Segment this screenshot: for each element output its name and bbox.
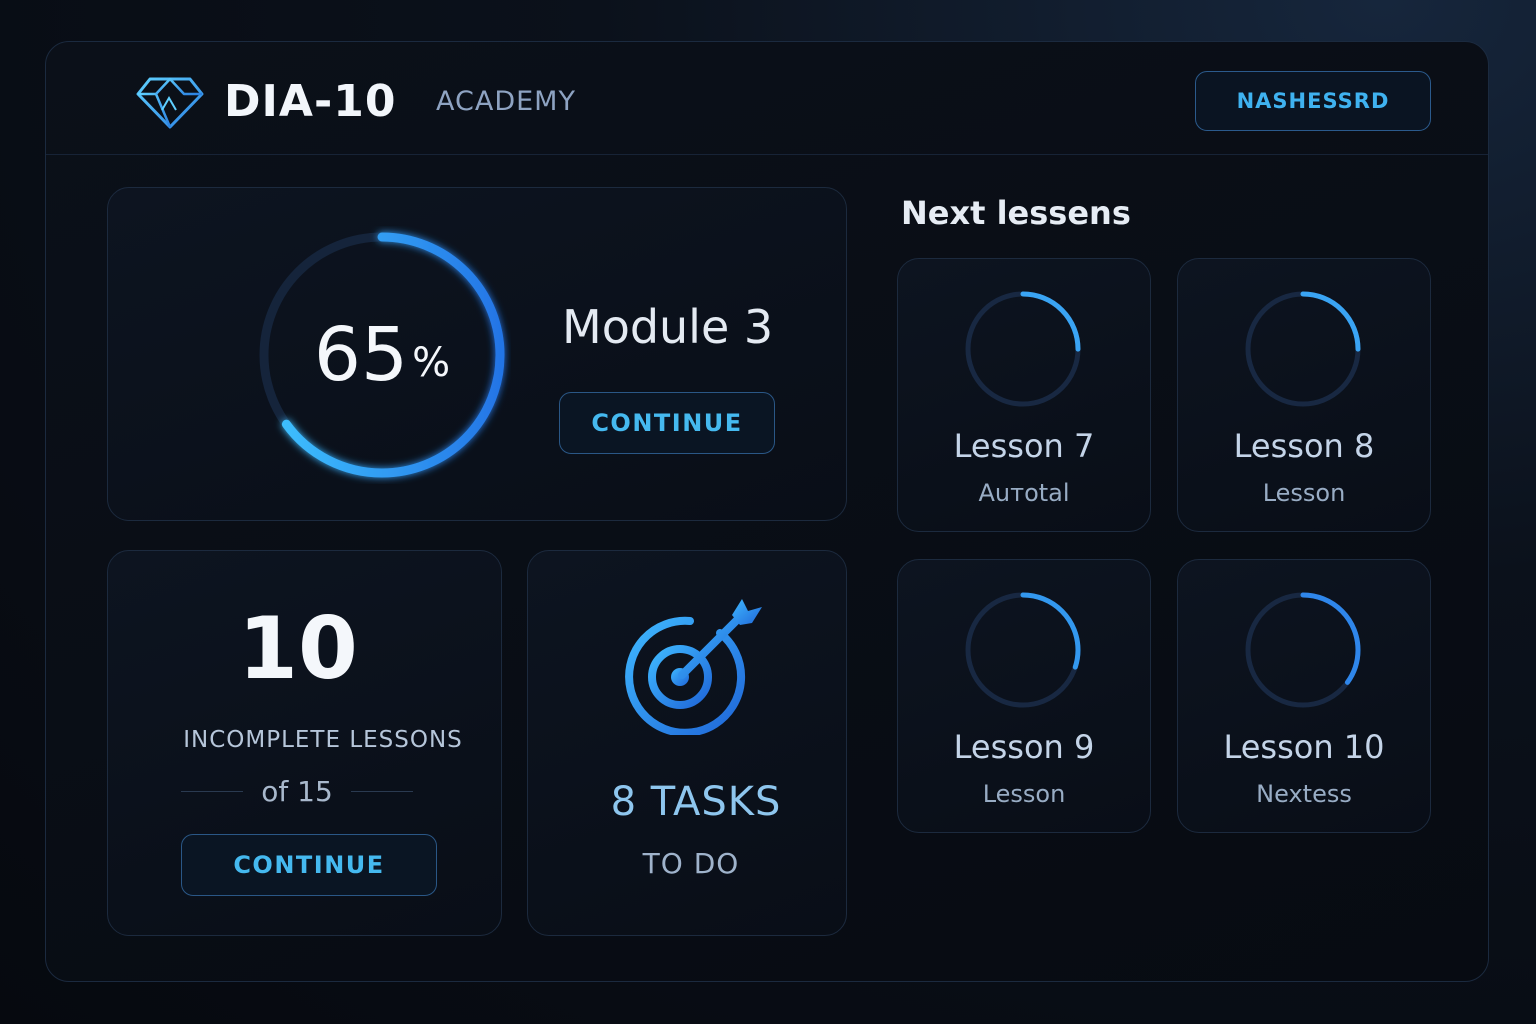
lesson-name: Lesson 9 [953, 728, 1095, 766]
incomplete-label: INCOMPLETE LESSONS [183, 727, 463, 753]
incomplete-count: 10 [238, 599, 358, 699]
lesson-subtitle: Lesson [1262, 479, 1346, 507]
lesson-subtitle: Lesson [982, 780, 1066, 808]
lesson-name: Lesson 7 [953, 427, 1095, 465]
app-window: DIA-10 ACADEMY NASHESSRD 65% Module 3 CO [45, 41, 1489, 982]
module-title: Module 3 [562, 300, 774, 354]
lesson-progress-ring [965, 291, 1081, 407]
of-total-row: of 15 [181, 773, 413, 809]
lesson-name: Lesson 8 [1233, 427, 1375, 465]
lesson-progress-ring [1245, 291, 1361, 407]
lesson-subtitle: Auтotal [978, 479, 1070, 507]
header: DIA-10 ACADEMY NASHESSRD [46, 42, 1488, 155]
of-total-text: of 15 [261, 774, 333, 808]
target-icon [625, 599, 762, 735]
tasks-card[interactable]: 8 TASKS TO DO [527, 550, 847, 936]
lesson-card[interactable]: Lesson 7 Auтotal [897, 258, 1151, 532]
incomplete-lessons-card: 10 INCOMPLETE LESSONS of 15 CONTINUE [107, 550, 502, 936]
brand-name: DIA-10 [224, 76, 397, 127]
continue-lessons-button[interactable]: CONTINUE [181, 834, 437, 896]
progress-percent-unit: % [412, 340, 451, 386]
user-button[interactable]: NASHESSRD [1195, 71, 1431, 131]
continue-module-button[interactable]: CONTINUE [559, 392, 775, 454]
diamond-logo-icon [136, 77, 204, 129]
tasks-label: TO DO [642, 847, 740, 880]
lesson-card[interactable]: Lesson 10 Nextess [1177, 559, 1431, 833]
divider-left [181, 790, 244, 792]
lesson-card[interactable]: Lesson 8 Lesson [1177, 258, 1431, 532]
tasks-count: 8 TASKS [610, 779, 782, 825]
lesson-card[interactable]: Lesson 9 Lesson [897, 559, 1151, 833]
lesson-progress-ring [1245, 592, 1361, 708]
module-progress-card: 65% Module 3 CONTINUE [107, 187, 847, 521]
lesson-name: Lesson 10 [1223, 728, 1385, 766]
divider-right [350, 790, 413, 792]
brand-subtitle: ACADEMY [436, 86, 576, 117]
lesson-subtitle: Nextess [1256, 780, 1352, 808]
next-lessons-title: Next lessens [901, 194, 1131, 232]
progress-percent: 65% [253, 226, 511, 484]
lesson-progress-ring [965, 592, 1081, 708]
progress-percent-value: 65 [313, 312, 409, 398]
